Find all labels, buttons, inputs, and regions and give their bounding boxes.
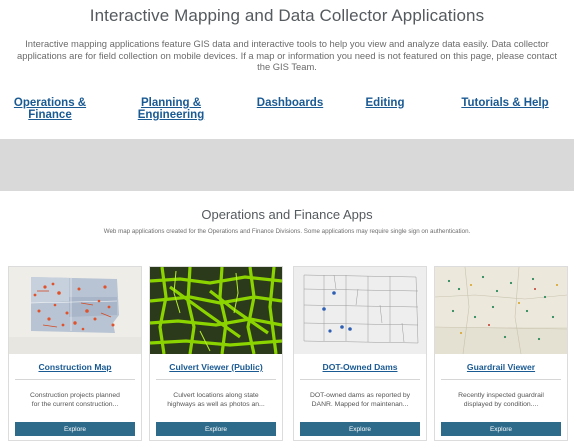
banner-band xyxy=(0,139,574,191)
guardrail-map-thumbnail-icon[interactable] xyxy=(435,267,567,354)
culvert-map-thumbnail-icon[interactable] xyxy=(150,267,282,354)
nav-link-line: Operations & xyxy=(13,97,87,109)
page-title: Interactive Mapping and Data Collector A… xyxy=(89,6,485,25)
card-title-link[interactable]: Culvert Viewer (Public) xyxy=(150,362,282,372)
intro-text: Interactive mapping applications feature… xyxy=(17,38,557,72)
card-description-line: Construction projects planned xyxy=(30,392,120,399)
section-nav: Operations & Finance Planning & Engineer… xyxy=(0,97,574,131)
app-card-culvert-viewer: Culvert Viewer (Public) Culvert location… xyxy=(149,266,283,441)
section-title: Operations and Finance Apps xyxy=(201,207,373,222)
card-description: Construction projects planned for the cu… xyxy=(15,391,135,409)
nav-link-line: Engineering xyxy=(137,109,205,121)
app-card-dot-owned-dams: DOT-Owned Dams DOT-owned dams as reporte… xyxy=(293,266,427,441)
app-card-guardrail-viewer: Guardrail Viewer Recently inspected guar… xyxy=(434,266,568,441)
card-description-line: Culvert locations along state xyxy=(173,392,259,399)
card-description-line: for the current construction... xyxy=(31,401,119,408)
nav-link-editing[interactable]: Editing xyxy=(358,97,412,109)
nav-link-line: Finance xyxy=(28,109,72,121)
explore-button[interactable]: Explore xyxy=(156,422,276,436)
card-divider xyxy=(15,379,135,380)
card-divider xyxy=(300,379,420,380)
card-description-line: DOT-owned dams as reported by xyxy=(309,392,411,399)
card-divider xyxy=(441,379,561,380)
dams-map-thumbnail-icon[interactable] xyxy=(294,267,426,354)
card-description-line: displayed by condition.... xyxy=(463,401,539,408)
app-card-construction-map: Construction Map Construction projects p… xyxy=(8,266,142,441)
card-description-line: DANR. Mapped for maintenan... xyxy=(311,401,409,408)
explore-button[interactable]: Explore xyxy=(441,422,561,436)
nav-link-operations-finance[interactable]: Operations & Finance xyxy=(10,97,90,121)
card-description-line: highways as well as photos an... xyxy=(167,401,265,408)
nav-link-line: Tutorials & Help xyxy=(461,97,549,109)
card-description: Culvert locations along state highways a… xyxy=(156,391,276,409)
nav-link-planning-engineering[interactable]: Planning & Engineering xyxy=(130,97,212,121)
card-divider xyxy=(156,379,276,380)
explore-button[interactable]: Explore xyxy=(15,422,135,436)
nav-link-line: Dashboards xyxy=(256,97,324,109)
card-description: DOT-owned dams as reported by DANR. Mapp… xyxy=(300,391,420,409)
nav-link-line: Planning & xyxy=(140,97,202,109)
card-title-link[interactable]: Construction Map xyxy=(9,362,141,372)
section-subtitle: Web map applications created for the Ope… xyxy=(103,228,471,235)
construction-map-thumbnail-icon[interactable] xyxy=(9,267,141,354)
card-description-line: Recently inspected guardrail xyxy=(458,392,544,399)
explore-button[interactable]: Explore xyxy=(300,422,420,436)
card-title-link[interactable]: Guardrail Viewer xyxy=(435,362,567,372)
card-description: Recently inspected guardrail displayed b… xyxy=(441,391,561,409)
card-title-link[interactable]: DOT-Owned Dams xyxy=(294,362,426,372)
nav-link-line: Editing xyxy=(365,97,405,109)
nav-link-dashboards[interactable]: Dashboards xyxy=(250,97,330,109)
nav-link-tutorials-help[interactable]: Tutorials & Help xyxy=(455,97,555,109)
